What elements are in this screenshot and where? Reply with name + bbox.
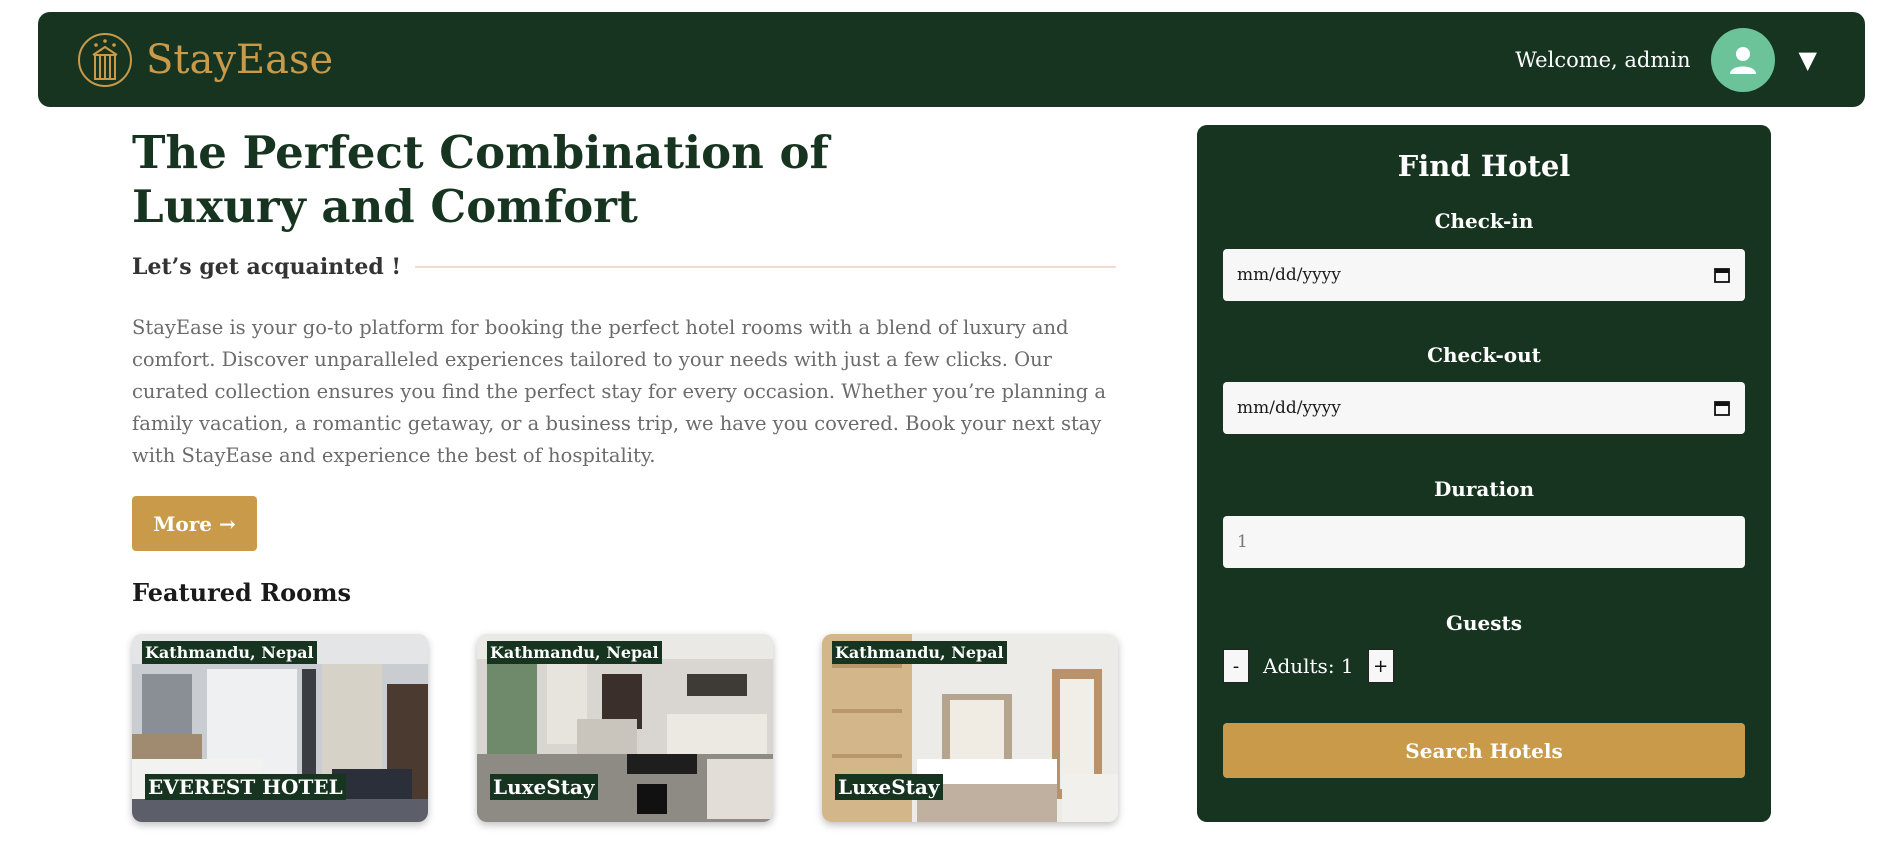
featured-rooms-title: Featured Rooms xyxy=(132,578,351,607)
hero-title: The Perfect Combination of Luxury and Co… xyxy=(132,126,829,233)
room-card[interactable]: Kathmandu, Nepal EVEREST HOTEL xyxy=(132,634,428,822)
checkin-date-input[interactable]: mm/dd/yyyy xyxy=(1223,249,1745,301)
featured-rooms-list: Kathmandu, Nepal EVEREST HOTEL Kathmandu… xyxy=(132,634,1118,822)
user-menu: Welcome, admin ▼ xyxy=(1515,27,1817,92)
divider-line xyxy=(415,266,1116,268)
acquainted-row: Let’s get acquainted ! xyxy=(132,254,1116,280)
find-hotel-panel: Find Hotel Check-in mm/dd/yyyy Check-out… xyxy=(1197,125,1771,822)
person-icon xyxy=(1729,46,1756,74)
guests-label: Guests xyxy=(1445,611,1523,635)
checkout-label: Check-out xyxy=(1427,343,1541,367)
chevron-down-icon[interactable]: ▼ xyxy=(1799,46,1817,74)
welcome-text: Welcome, admin xyxy=(1515,47,1691,72)
room-location: Kathmandu, Nepal xyxy=(142,641,317,664)
navbar: StayEase Welcome, admin ▼ xyxy=(38,12,1865,107)
checkout-date-input[interactable]: mm/dd/yyyy xyxy=(1223,382,1745,434)
checkout-placeholder: mm/dd/yyyy xyxy=(1237,398,1341,418)
hero-section: The Perfect Combination of Luxury and Co… xyxy=(132,126,1116,551)
hero-subtitle: Let’s get acquainted ! xyxy=(132,254,402,280)
hero-description: StayEase is your go-to platform for book… xyxy=(132,316,1107,467)
room-name: LuxeStay xyxy=(490,774,598,800)
duration-value: 1 xyxy=(1237,532,1248,552)
brand-name: StayEase xyxy=(146,36,334,83)
calendar-icon[interactable] xyxy=(1713,266,1731,284)
increment-adults-button[interactable]: + xyxy=(1367,649,1394,683)
hotel-logo-icon xyxy=(78,32,132,87)
search-hotels-button[interactable]: Search Hotels xyxy=(1223,723,1745,778)
duration-label: Duration xyxy=(1433,477,1535,501)
guests-stepper: - Adults: 1 + xyxy=(1223,649,1394,683)
brand[interactable]: StayEase xyxy=(76,31,333,89)
room-card[interactable]: Kathmandu, Nepal LuxeStay xyxy=(477,634,773,822)
more-button[interactable]: More → xyxy=(132,496,257,551)
calendar-icon[interactable] xyxy=(1713,399,1731,417)
room-location: Kathmandu, Nepal xyxy=(832,641,1007,664)
decrement-adults-button[interactable]: - xyxy=(1223,649,1249,683)
checkin-label: Check-in xyxy=(1434,209,1534,233)
room-name: EVEREST HOTEL xyxy=(145,774,346,800)
panel-title: Find Hotel xyxy=(1397,149,1571,183)
adults-count: Adults: 1 xyxy=(1263,654,1354,678)
room-name: LuxeStay xyxy=(835,774,943,800)
room-location: Kathmandu, Nepal xyxy=(487,641,662,664)
room-card[interactable]: Kathmandu, Nepal LuxeStay xyxy=(822,634,1118,822)
checkin-placeholder: mm/dd/yyyy xyxy=(1237,265,1341,285)
duration-input[interactable]: 1 xyxy=(1223,516,1745,568)
user-avatar-icon[interactable] xyxy=(1710,27,1775,92)
